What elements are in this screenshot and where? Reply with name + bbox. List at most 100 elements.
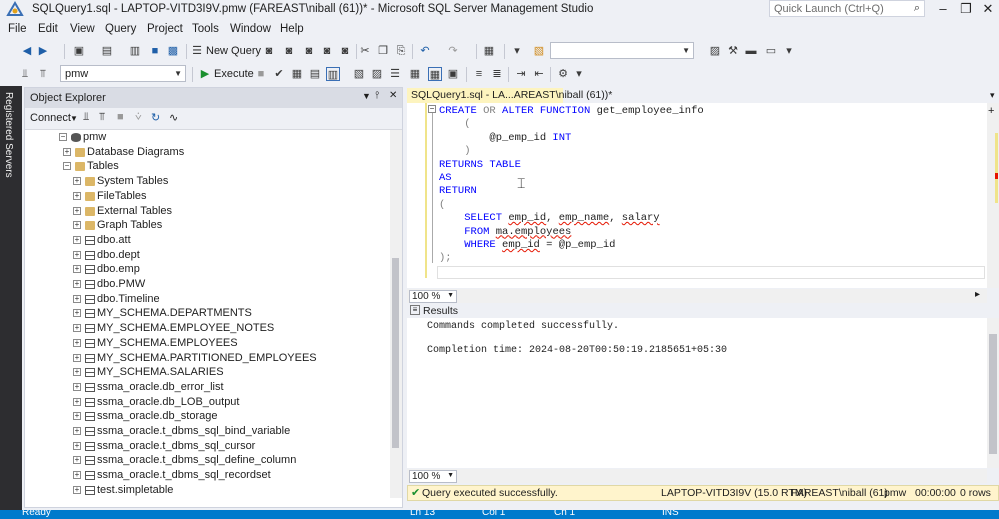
scroll-right-icon[interactable]: ▸ xyxy=(975,289,980,300)
expand-icon[interactable]: + xyxy=(73,324,81,333)
close-icon[interactable]: ✕ xyxy=(389,90,397,101)
results-to-grid-icon[interactable]: ▦ xyxy=(408,67,422,81)
results-to-text-icon[interactable]: ☰ xyxy=(388,67,402,81)
increase-indent-icon[interactable]: ⇥ xyxy=(514,67,528,81)
das-query-icon[interactable]: ◙ xyxy=(320,44,334,58)
results-pane[interactable]: Commands completed successfully. Complet… xyxy=(407,318,987,468)
toolbar-options-icon[interactable]: ▾ xyxy=(782,44,796,58)
expand-icon[interactable]: + xyxy=(73,280,81,288)
expand-icon[interactable]: + xyxy=(73,485,81,494)
close-icon[interactable]: ✕ xyxy=(977,0,999,18)
expand-icon[interactable]: + xyxy=(73,456,81,465)
search-icon[interactable]: ⌕ xyxy=(914,2,920,15)
collapse-icon[interactable]: − xyxy=(63,162,71,171)
redo-icon[interactable]: ↷ xyxy=(446,44,460,58)
code-area[interactable]: CREATE OR ALTER FUNCTION get_employee_in… xyxy=(407,103,987,288)
wrench-icon[interactable]: ⚒ xyxy=(726,44,740,58)
editor-zoom-combo[interactable]: 100 % ▼ xyxy=(409,290,457,303)
restore-icon[interactable]: ❐ xyxy=(955,0,977,18)
save-icon[interactable]: ■ xyxy=(148,44,162,58)
refresh-icon[interactable]: ↻ xyxy=(151,111,160,124)
outdent-icon[interactable]: ⇤ xyxy=(532,67,546,81)
tab-list-icon[interactable]: ▾ xyxy=(990,90,995,101)
toolbox-icon[interactable]: ▬ xyxy=(744,44,758,58)
expand-icon[interactable]: + xyxy=(73,382,81,391)
pin-icon[interactable]: ⫯ xyxy=(375,90,379,101)
client-stats-icon[interactable]: ▨ xyxy=(370,67,384,81)
parse-icon[interactable]: ✔ xyxy=(272,67,286,81)
specify-values-icon[interactable]: ⚙ xyxy=(556,67,570,81)
expand-icon[interactable]: + xyxy=(73,309,81,318)
cancel-query-icon[interactable]: ■ xyxy=(254,67,268,81)
expand-icon[interactable]: + xyxy=(73,235,81,244)
forward-icon[interactable]: ▶ xyxy=(36,44,50,58)
new-query-button[interactable]: New Query xyxy=(206,45,261,57)
tab-results[interactable]: ≡ Results xyxy=(407,304,458,318)
dropdown-icon[interactable]: ▾ xyxy=(510,44,524,58)
new-query-icon[interactable]: ☰ xyxy=(190,44,204,58)
cut-icon[interactable]: ✂ xyxy=(358,44,372,58)
expand-icon[interactable]: + xyxy=(63,147,71,156)
collapse-icon[interactable]: − xyxy=(59,133,67,141)
expand-icon[interactable]: + xyxy=(73,221,81,230)
connect-icon[interactable]: ⫫ xyxy=(83,111,89,124)
menu-query[interactable]: Query xyxy=(105,23,136,35)
split-editor-icon[interactable]: + xyxy=(988,105,994,117)
query-editor[interactable]: − CREATE OR ALTER FUNCTION get_employee_… xyxy=(407,103,987,288)
connect-button[interactable]: Connect xyxy=(30,112,71,124)
menu-view[interactable]: View xyxy=(70,23,95,35)
object-explorer-scrollbar-thumb[interactable] xyxy=(392,258,399,448)
menu-tools[interactable]: Tools xyxy=(192,23,219,35)
results-to-file-icon[interactable]: ▦ xyxy=(428,67,442,81)
connect-icon[interactable]: ⫫ xyxy=(18,67,32,81)
filter-icon[interactable]: ⩒ xyxy=(135,111,142,124)
solution-explorer-icon[interactable]: ▦ xyxy=(482,44,496,58)
expand-icon[interactable]: + xyxy=(73,441,81,450)
expand-icon[interactable]: + xyxy=(73,353,81,362)
expand-icon[interactable]: + xyxy=(73,427,81,435)
xmla-query-icon[interactable]: ◙ xyxy=(302,44,316,58)
paste-icon[interactable]: ⎘ xyxy=(394,44,408,58)
save-all-icon[interactable]: ▩ xyxy=(166,44,180,58)
expand-icon[interactable]: + xyxy=(73,294,81,303)
expand-icon[interactable]: + xyxy=(73,338,81,347)
menu-edit[interactable]: Edit xyxy=(38,23,58,35)
change-connection-icon[interactable]: ⫪ xyxy=(36,67,50,81)
display-plan-icon[interactable]: ▦ xyxy=(290,67,304,81)
dmx-query-icon[interactable]: ◙ xyxy=(282,44,296,58)
chevron-down-icon[interactable]: ▼ xyxy=(70,114,78,123)
find-in-files-icon[interactable]: ▧ xyxy=(532,44,546,58)
copy-icon[interactable]: ❐ xyxy=(376,44,390,58)
results-zoom-combo[interactable]: 100 % ▼ xyxy=(409,470,457,483)
output-window-icon[interactable]: ▭ xyxy=(764,44,778,58)
new-project-icon[interactable]: ▣ xyxy=(72,44,86,58)
comment-icon[interactable]: ▣ xyxy=(446,67,460,81)
chevron-down-icon[interactable]: ▼ xyxy=(174,69,182,78)
uncomment-icon[interactable]: ≡ xyxy=(472,67,486,81)
tab-sqlquery1[interactable]: SQLQuery1.sql - LA...AREAST\niball (61))… xyxy=(407,88,612,103)
add-item-icon[interactable]: ▤ xyxy=(100,44,114,58)
undo-icon[interactable]: ↶ xyxy=(418,44,432,58)
decrease-indent-icon[interactable]: ≣ xyxy=(490,67,504,81)
ssms-app-icon[interactable] xyxy=(6,1,24,18)
execute-button[interactable]: Execute xyxy=(214,68,254,80)
activity-monitor-icon[interactable]: ∿ xyxy=(169,111,178,124)
include-plan-icon[interactable]: ▥ xyxy=(326,67,340,81)
menu-window[interactable]: Window xyxy=(230,23,271,35)
quick-launch-input[interactable]: Quick Launch (Ctrl+Q) ⌕ xyxy=(769,0,925,17)
registered-servers-tab[interactable]: Registered Servers xyxy=(0,86,22,510)
results-scrollbar-thumb[interactable] xyxy=(989,334,997,454)
disconnect-icon[interactable]: ⫪ xyxy=(99,111,105,124)
menu-file[interactable]: File xyxy=(8,23,27,35)
menu-help[interactable]: Help xyxy=(280,23,304,35)
window-position-icon[interactable]: ▼ xyxy=(362,91,371,101)
expand-icon[interactable]: + xyxy=(73,471,81,480)
open-file-icon[interactable]: ▥ xyxy=(128,44,142,58)
back-icon[interactable]: ◀ xyxy=(20,44,34,58)
expand-icon[interactable]: + xyxy=(73,397,81,406)
chevron-down-icon[interactable]: ▼ xyxy=(447,472,454,479)
toolbar-options-icon[interactable]: ▾ xyxy=(572,67,586,81)
expand-icon[interactable]: + xyxy=(73,177,81,186)
expand-icon[interactable]: + xyxy=(73,265,81,274)
mdx-query-icon[interactable]: ◙ xyxy=(262,44,276,58)
